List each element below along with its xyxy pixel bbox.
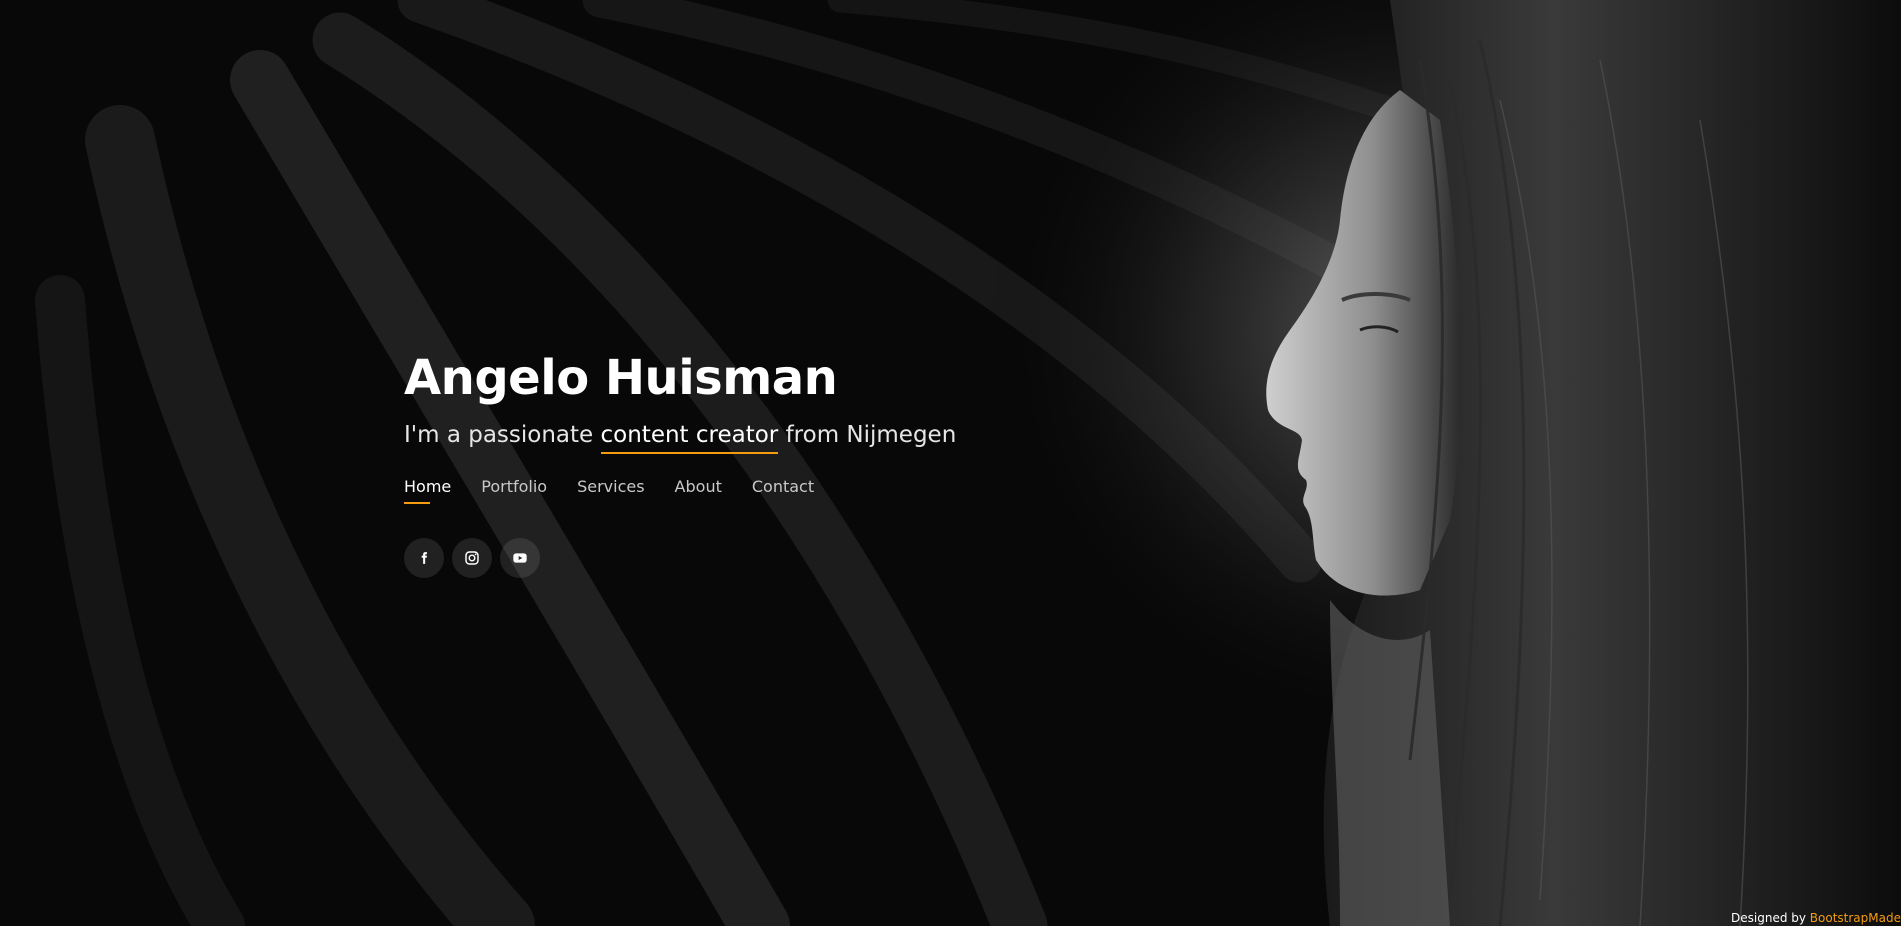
- nav-item-home: Home: [404, 476, 451, 504]
- nav-link-about[interactable]: About: [675, 476, 722, 504]
- nav-link-home[interactable]: Home: [404, 476, 451, 504]
- nav-link-contact[interactable]: Contact: [752, 476, 814, 504]
- instagram-button[interactable]: [452, 538, 492, 578]
- nav-link-portfolio[interactable]: Portfolio: [481, 476, 547, 504]
- tagline-suffix: from Nijmegen: [778, 422, 957, 448]
- footer-credits: Designed by BootstrapMade: [1731, 910, 1901, 926]
- nav-item-about: About: [675, 476, 722, 504]
- tagline-prefix: I'm a passionate: [404, 422, 601, 448]
- social-links: [404, 538, 1104, 578]
- hero-tagline: I'm a passionate content creator from Ni…: [404, 420, 1104, 454]
- credits-text: Designed by: [1731, 911, 1810, 925]
- youtube-icon: [513, 553, 527, 563]
- main-nav: Home Portfolio Services About Contact: [404, 476, 1104, 504]
- hero-content: Angelo Huisman I'm a passionate content …: [404, 346, 1104, 578]
- facebook-button[interactable]: [404, 538, 444, 578]
- nav-link-services[interactable]: Services: [577, 476, 644, 504]
- youtube-button[interactable]: [500, 538, 540, 578]
- hero-section: Angelo Huisman I'm a passionate content …: [0, 0, 1901, 926]
- credits-link[interactable]: BootstrapMade: [1810, 911, 1901, 925]
- nav-list: Home Portfolio Services About Contact: [404, 476, 1104, 504]
- nav-item-portfolio: Portfolio: [481, 476, 547, 504]
- hero-title: Angelo Huisman: [404, 350, 838, 406]
- facebook-icon: [421, 552, 427, 564]
- tagline-typed-text: content creator: [600, 422, 779, 454]
- nav-item-services: Services: [577, 476, 644, 504]
- nav-item-contact: Contact: [752, 476, 814, 504]
- instagram-icon: [465, 551, 479, 565]
